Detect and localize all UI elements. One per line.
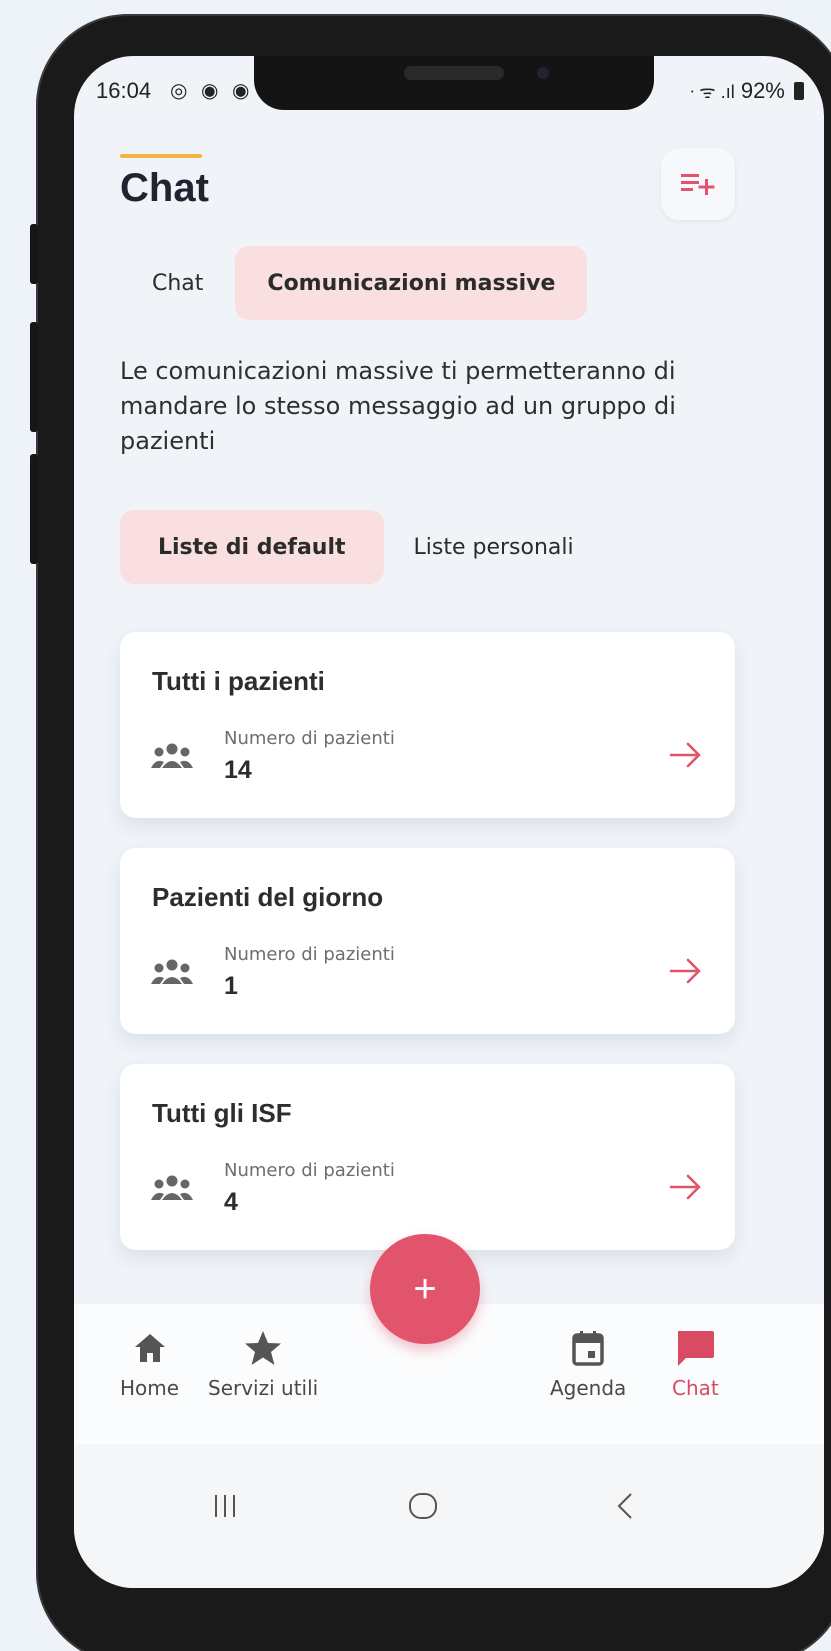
- front-camera: [537, 67, 549, 79]
- section-description: Le comunicazioni massive ti permetterann…: [120, 357, 676, 455]
- list-title: Tutti gli ISF: [152, 1098, 292, 1128]
- main-tabs: Chat Comunicazioni massive: [120, 246, 588, 320]
- tab-liste-default[interactable]: Liste di default: [120, 510, 384, 584]
- nav-chat-label: Chat: [672, 1376, 719, 1400]
- new-list-button[interactable]: [661, 148, 735, 220]
- status-time: 16:04: [96, 78, 152, 103]
- add-fab-button[interactable]: +: [370, 1234, 480, 1344]
- patients-count-label: Numero di pazienti: [224, 728, 395, 749]
- nav-agenda-label: Agenda: [550, 1376, 627, 1400]
- back-icon: [617, 1493, 632, 1519]
- app-screen: 16:04 ◎ ◉ ◉ ᐧ ᯤ .ıl 92% Chat Chat Comuni…: [74, 56, 824, 1588]
- speaker-grille: [404, 66, 504, 80]
- nav-agenda[interactable]: Agenda: [550, 1328, 626, 1400]
- home-system-button[interactable]: [398, 1486, 448, 1526]
- notification-icons: ◎ ◉ ◉: [170, 80, 254, 102]
- nav-servizi-label: Servizi utili: [208, 1376, 319, 1400]
- patients-count-label: Numero di pazienti: [224, 944, 395, 965]
- list-card[interactable]: Pazienti del giorno Numero di pazienti 1: [120, 848, 735, 1034]
- arrow-right-icon[interactable]: [668, 1172, 704, 1202]
- nav-home-label: Home: [120, 1376, 180, 1400]
- battery-icon: [794, 82, 804, 100]
- battery-level: 92%: [740, 78, 785, 103]
- playlist-add-icon: [681, 174, 715, 195]
- system-nav-bar: [74, 1444, 824, 1588]
- group-icon: [151, 743, 193, 768]
- list-title: Pazienti del giorno: [152, 882, 384, 912]
- group-icon: [151, 959, 193, 984]
- nav-home[interactable]: Home: [120, 1328, 179, 1400]
- list-type-tabs: Liste di default Liste personali: [120, 510, 612, 584]
- tab-chat[interactable]: Chat: [120, 246, 235, 320]
- nav-servizi-utili[interactable]: Servizi utili: [208, 1328, 318, 1400]
- star-icon: [245, 1331, 282, 1365]
- patients-count: 1: [224, 972, 238, 1000]
- list-card[interactable]: Tutti gli ISF Numero di pazienti 4: [120, 1064, 735, 1250]
- calendar-icon: [572, 1331, 604, 1366]
- back-button[interactable]: [600, 1486, 650, 1526]
- volume-up-button: [30, 224, 38, 284]
- patients-count: 14: [224, 756, 252, 784]
- signal-icons: ᐧ ᯤ .ıl: [689, 82, 735, 102]
- list-card[interactable]: Tutti i pazienti Numero di pazienti 14: [120, 632, 735, 818]
- notch: [254, 56, 654, 110]
- list-title: Tutti i pazienti: [152, 666, 325, 696]
- home-circle-icon: [409, 1493, 437, 1519]
- nav-chat[interactable]: Chat: [672, 1328, 719, 1400]
- tab-liste-personali[interactable]: Liste personali: [384, 510, 612, 584]
- page-title: Chat: [120, 166, 209, 210]
- title-accent-bar: [120, 154, 202, 158]
- side-button: [30, 454, 38, 564]
- arrow-right-icon[interactable]: [668, 740, 704, 770]
- recent-apps-button[interactable]: [200, 1486, 250, 1526]
- patients-count-label: Numero di pazienti: [224, 1160, 395, 1181]
- recent-apps-icon: [215, 1495, 235, 1517]
- chat-icon: [678, 1331, 715, 1366]
- status-right: ᐧ ᯤ .ıl 92%: [690, 78, 804, 104]
- tab-comunicazioni-massive[interactable]: Comunicazioni massive: [235, 246, 588, 320]
- group-icon: [151, 1175, 193, 1200]
- arrow-right-icon[interactable]: [668, 956, 704, 986]
- home-icon: [134, 1334, 165, 1362]
- volume-down-button: [30, 322, 38, 432]
- patients-count: 4: [224, 1188, 238, 1216]
